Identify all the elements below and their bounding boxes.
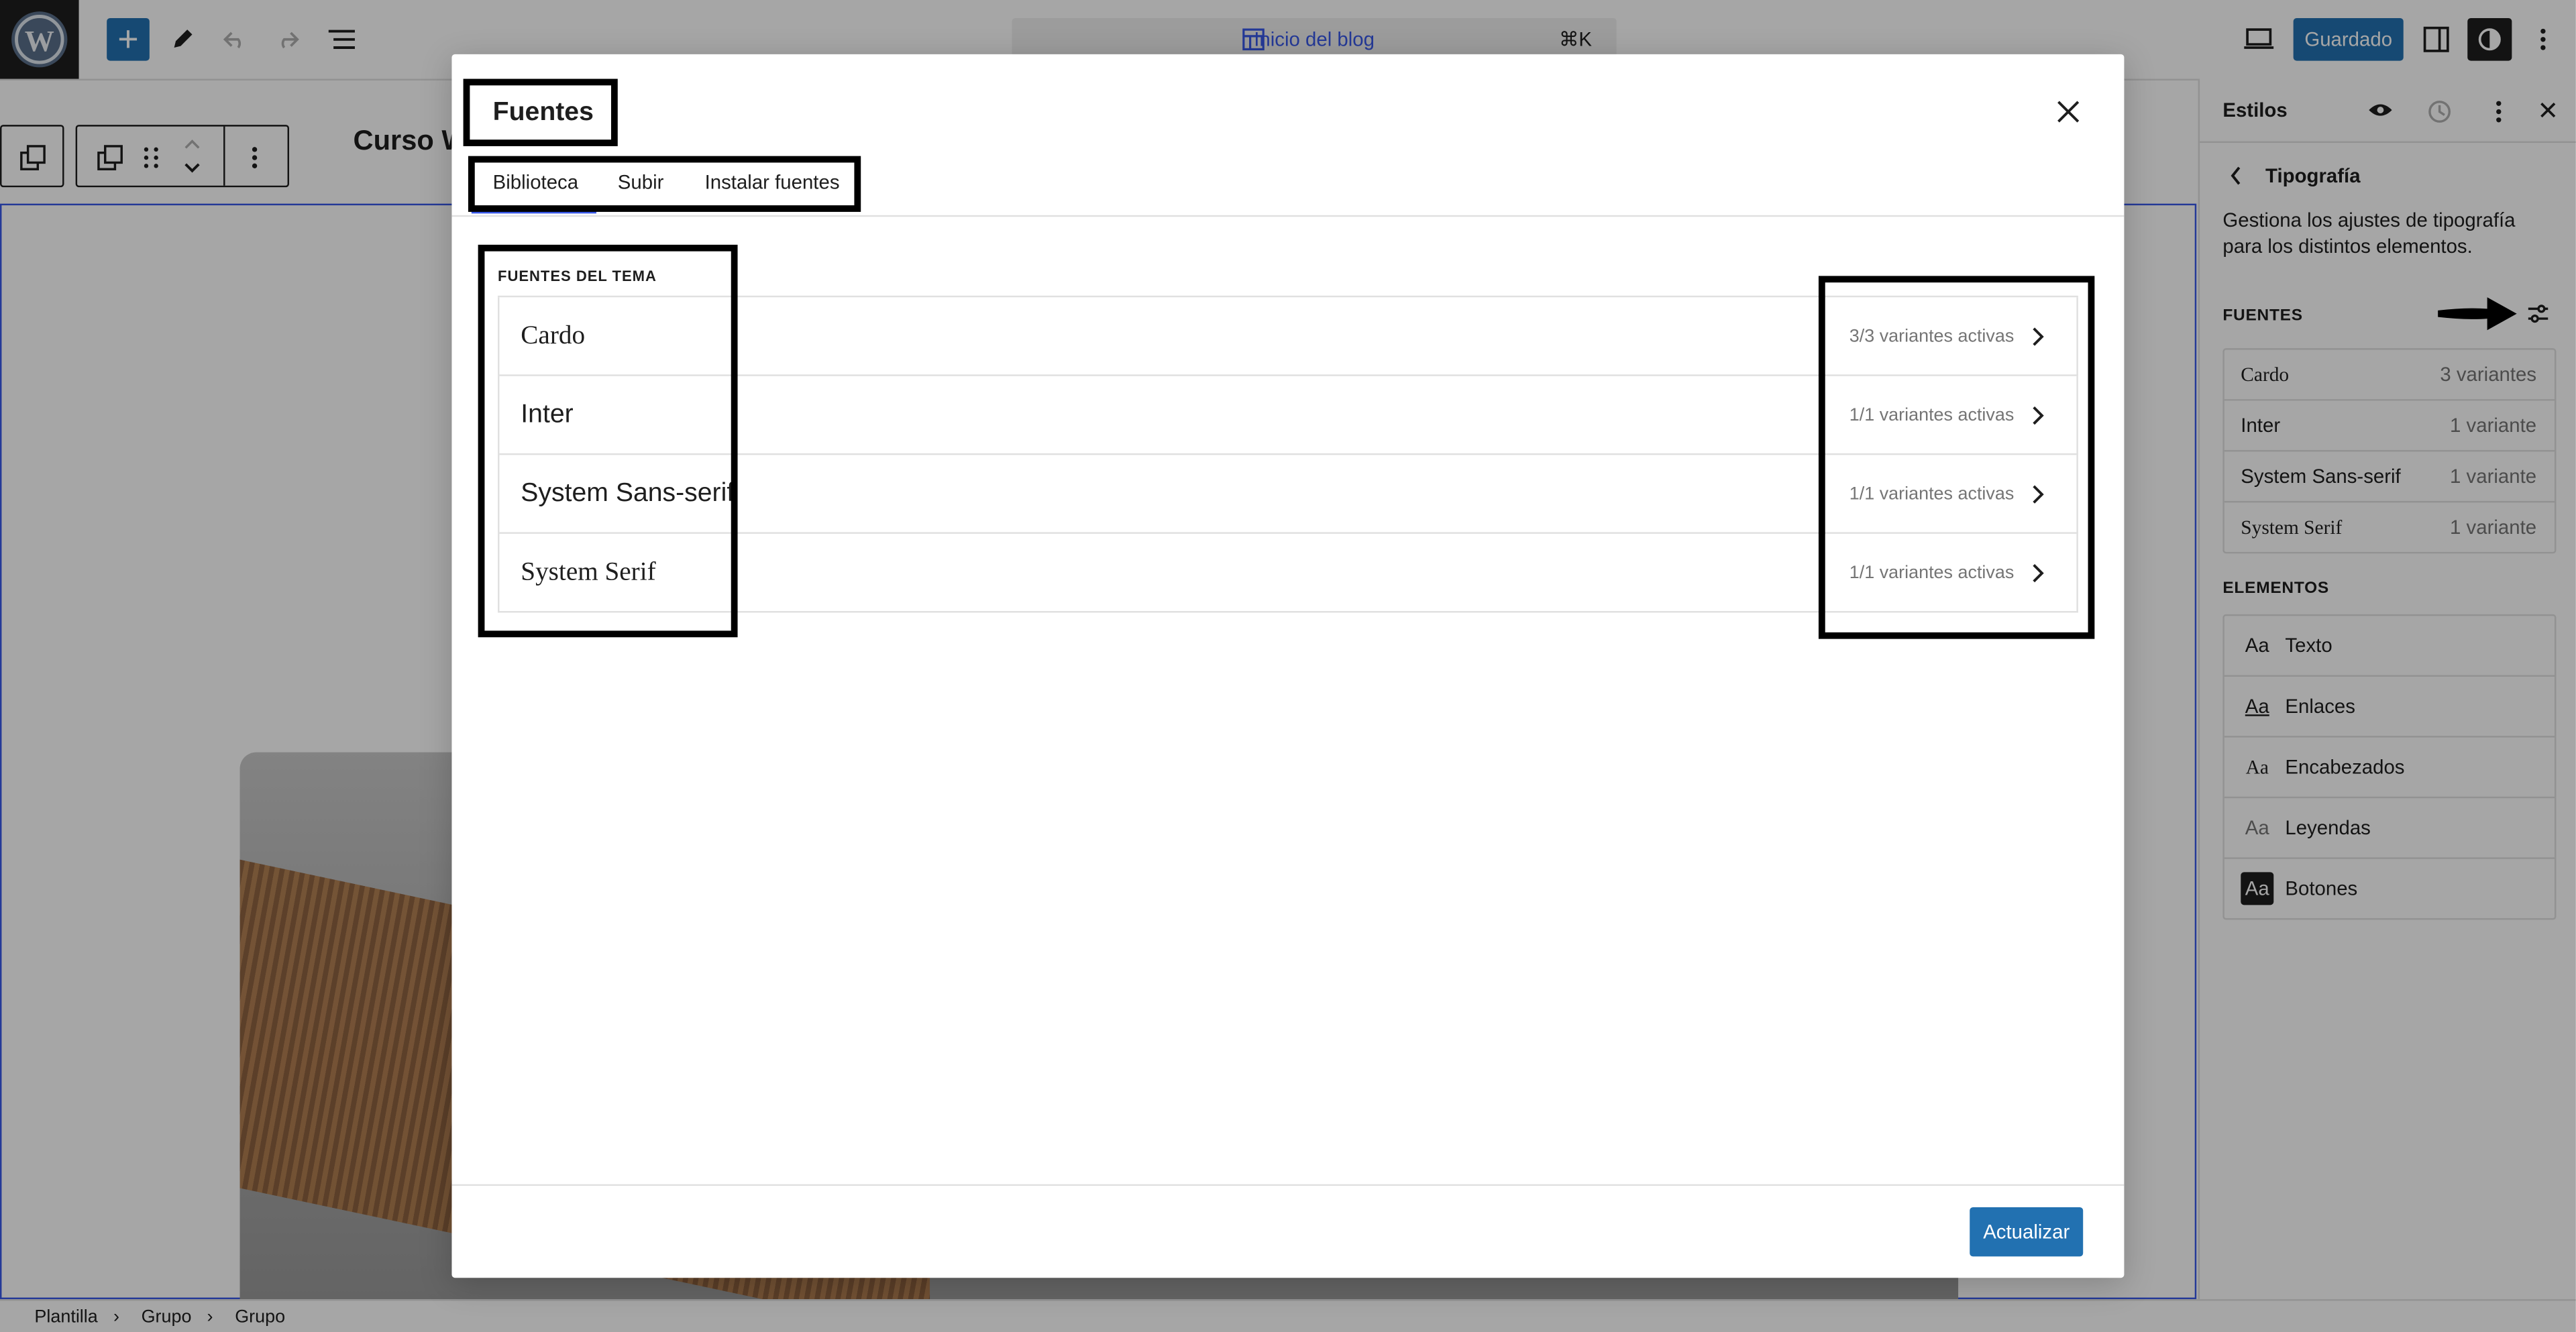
annotation-box (463, 78, 618, 146)
fonts-modal: Fuentes Biblioteca Subir Instalar fuente… (451, 54, 2125, 1278)
tabs-divider (451, 215, 2125, 217)
update-button[interactable]: Actualizar (1970, 1207, 2084, 1257)
modal-footer-divider (451, 1184, 2125, 1186)
close-icon[interactable] (2052, 95, 2085, 128)
annotation-box (468, 156, 861, 212)
annotation-box (1818, 276, 2095, 639)
annotation-box (478, 244, 738, 638)
